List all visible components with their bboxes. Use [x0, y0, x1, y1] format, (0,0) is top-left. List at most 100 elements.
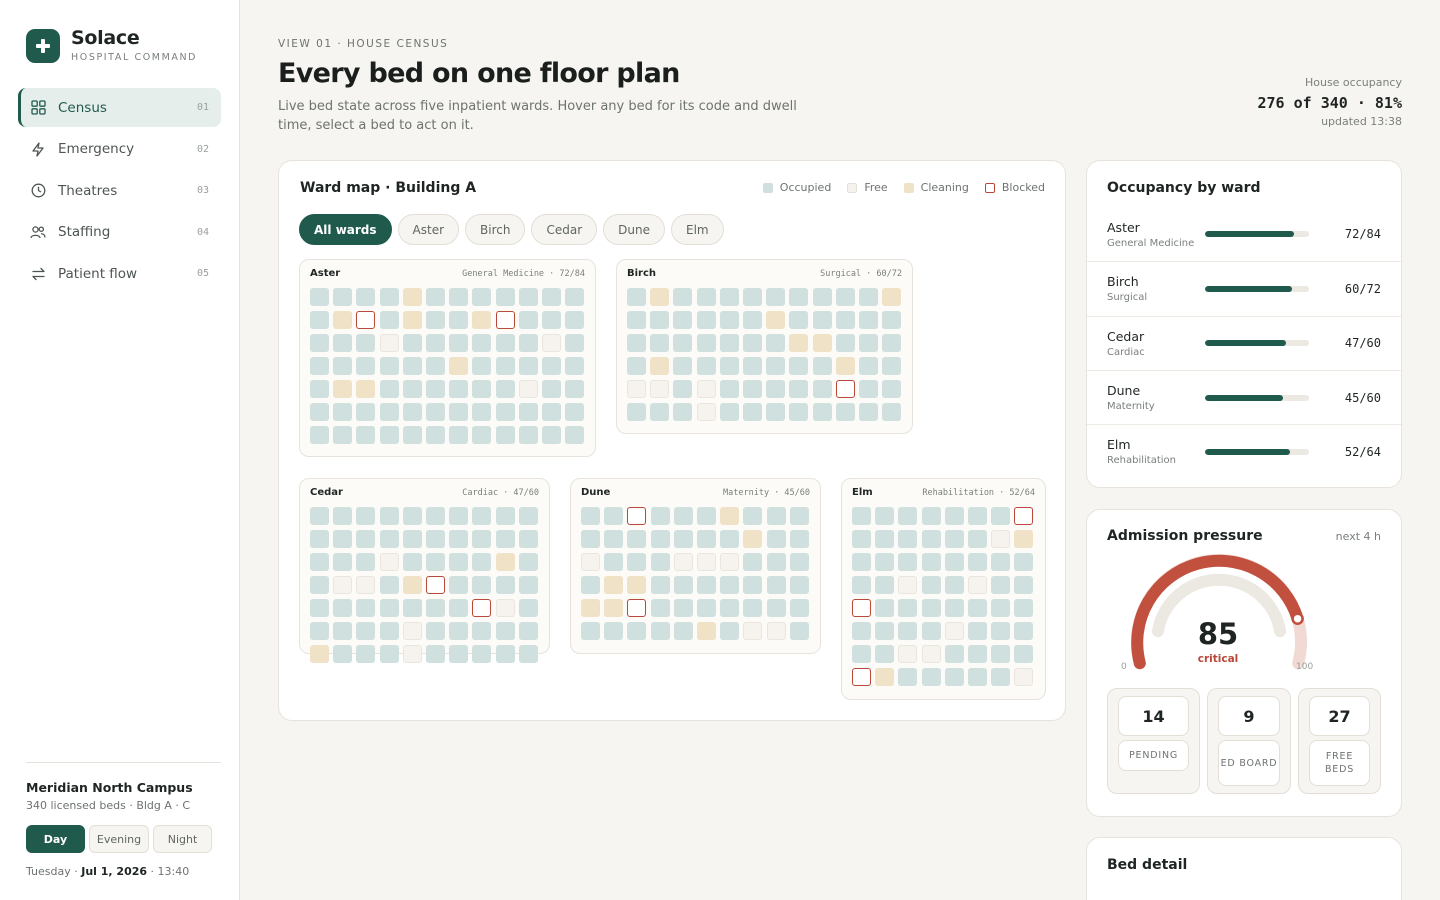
bed-cleaning[interactable]	[402, 576, 422, 594]
bed-occupied[interactable]	[858, 357, 878, 375]
bed-occupied[interactable]	[789, 403, 809, 421]
bed-occupied[interactable]	[581, 530, 600, 548]
bed-occupied[interactable]	[967, 622, 987, 640]
bed-occupied[interactable]	[696, 311, 716, 329]
bed-occupied[interactable]	[425, 311, 445, 329]
bed-occupied[interactable]	[402, 599, 422, 617]
bed-occupied[interactable]	[565, 288, 585, 306]
bed-occupied[interactable]	[898, 668, 918, 686]
bed-occupied[interactable]	[518, 357, 538, 375]
bed-occupied[interactable]	[967, 668, 987, 686]
bed-occupied[interactable]	[356, 645, 376, 663]
bed-blocked[interactable]	[835, 380, 855, 398]
bed-occupied[interactable]	[356, 288, 376, 306]
bed-occupied[interactable]	[875, 622, 895, 640]
bed-occupied[interactable]	[898, 599, 918, 617]
bed-occupied[interactable]	[581, 622, 600, 640]
bed-occupied[interactable]	[333, 403, 353, 421]
bed-occupied[interactable]	[766, 576, 786, 594]
bed-occupied[interactable]	[921, 622, 941, 640]
bed-occupied[interactable]	[673, 311, 693, 329]
bed-occupied[interactable]	[696, 530, 716, 548]
bed-occupied[interactable]	[650, 576, 670, 594]
bed-occupied[interactable]	[425, 553, 445, 571]
bed-occupied[interactable]	[518, 599, 538, 617]
bed-occupied[interactable]	[812, 403, 832, 421]
bed-occupied[interactable]	[650, 403, 670, 421]
bed-occupied[interactable]	[720, 576, 740, 594]
bed-occupied[interactable]	[333, 334, 353, 352]
bed-occupied[interactable]	[673, 576, 693, 594]
bed-occupied[interactable]	[789, 622, 809, 640]
bed-occupied[interactable]	[379, 380, 399, 398]
bed-occupied[interactable]	[472, 334, 492, 352]
bed-occupied[interactable]	[743, 507, 763, 525]
bed-occupied[interactable]	[333, 507, 353, 525]
bed-cleaning[interactable]	[356, 380, 376, 398]
bed-occupied[interactable]	[333, 553, 353, 571]
bed-occupied[interactable]	[789, 357, 809, 375]
bed-occupied[interactable]	[742, 403, 762, 421]
bed-occupied[interactable]	[696, 507, 716, 525]
bed-occupied[interactable]	[495, 288, 515, 306]
bed-occupied[interactable]	[449, 622, 469, 640]
bed-free[interactable]	[673, 553, 693, 571]
bed-occupied[interactable]	[495, 403, 515, 421]
bed-cleaning[interactable]	[875, 668, 895, 686]
bed-occupied[interactable]	[882, 380, 902, 398]
bed-occupied[interactable]	[967, 553, 987, 571]
bed-occupied[interactable]	[719, 380, 739, 398]
bed-blocked[interactable]	[356, 311, 376, 329]
nav-item-staffing[interactable]: Staffing 04	[18, 213, 221, 252]
bed-occupied[interactable]	[858, 403, 878, 421]
bed-occupied[interactable]	[541, 288, 561, 306]
bed-occupied[interactable]	[518, 645, 538, 663]
bed-occupied[interactable]	[852, 507, 871, 525]
bed-occupied[interactable]	[789, 288, 809, 306]
bed-occupied[interactable]	[518, 311, 538, 329]
bed-occupied[interactable]	[449, 599, 469, 617]
bed-occupied[interactable]	[696, 576, 716, 594]
bed-occupied[interactable]	[565, 380, 585, 398]
bed-cleaning[interactable]	[402, 288, 422, 306]
bed-occupied[interactable]	[449, 530, 469, 548]
bed-occupied[interactable]	[495, 622, 515, 640]
bed-blocked[interactable]	[495, 311, 515, 329]
bed-occupied[interactable]	[967, 530, 987, 548]
bed-occupied[interactable]	[425, 599, 445, 617]
bed-occupied[interactable]	[944, 645, 964, 663]
shift-evening-button[interactable]: Evening	[89, 825, 149, 853]
bed-occupied[interactable]	[944, 553, 964, 571]
bed-occupied[interactable]	[356, 507, 376, 525]
bed-occupied[interactable]	[875, 645, 895, 663]
bed-occupied[interactable]	[565, 426, 585, 444]
bed-occupied[interactable]	[852, 622, 871, 640]
bed-occupied[interactable]	[472, 576, 492, 594]
bed-occupied[interactable]	[627, 357, 646, 375]
bed-blocked[interactable]	[627, 599, 647, 617]
bed-occupied[interactable]	[789, 380, 809, 398]
bed-cleaning[interactable]	[604, 576, 624, 594]
bed-cleaning[interactable]	[310, 645, 329, 663]
bed-occupied[interactable]	[379, 426, 399, 444]
bed-occupied[interactable]	[333, 288, 353, 306]
bed-free[interactable]	[991, 530, 1011, 548]
bed-occupied[interactable]	[379, 311, 399, 329]
bed-blocked[interactable]	[472, 599, 492, 617]
bed-occupied[interactable]	[449, 311, 469, 329]
bed-free[interactable]	[720, 553, 740, 571]
bed-occupied[interactable]	[310, 507, 329, 525]
bed-occupied[interactable]	[379, 599, 399, 617]
bed-occupied[interactable]	[627, 553, 647, 571]
bed-occupied[interactable]	[673, 530, 693, 548]
bed-occupied[interactable]	[967, 599, 987, 617]
bed-occupied[interactable]	[379, 530, 399, 548]
bed-occupied[interactable]	[310, 357, 329, 375]
bed-occupied[interactable]	[402, 380, 422, 398]
bed-occupied[interactable]	[541, 357, 561, 375]
bed-occupied[interactable]	[858, 288, 878, 306]
bed-occupied[interactable]	[541, 426, 561, 444]
bed-occupied[interactable]	[565, 311, 585, 329]
bed-occupied[interactable]	[766, 530, 786, 548]
bed-occupied[interactable]	[789, 599, 809, 617]
